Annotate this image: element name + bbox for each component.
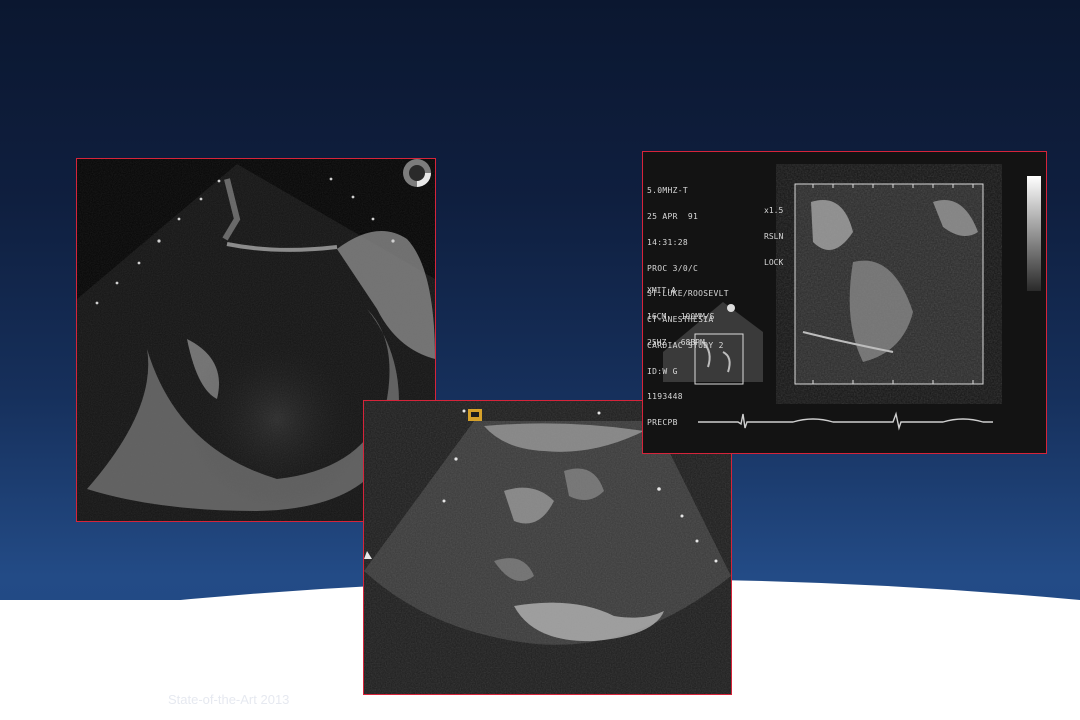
echo-image-right: 5.0MHZ-T 25 APR 91 14:31:28 PROC 3/0/C S… <box>642 151 1047 454</box>
screen-line: 1193448 <box>647 392 683 402</box>
screen-line: 5.0MHZ-T <box>647 186 688 196</box>
orientation-icon <box>403 159 431 187</box>
echo-logo-word: Echo <box>74 665 162 709</box>
crf-logo: CARDIOVASCULAR RESEARCH FOUNDATION® a pa… <box>952 654 1062 702</box>
mode-line: XMIT:A <box>647 286 676 296</box>
crf-name-line2: RESEARCH FOUNDATION® <box>959 686 1055 693</box>
mode-line: 25HZ 68BPM <box>647 337 705 347</box>
zoom-line: x1.5 <box>764 206 784 216</box>
conference-subtitle: State-of-the-Art 2013 <box>168 692 290 707</box>
screen-line: 25 APR 91 <box>647 211 699 221</box>
zoom-line: LOCK <box>764 257 784 267</box>
echo-mode-text: XMIT:A 16CM 100MM/S 25HZ 68BPM <box>647 270 714 365</box>
marker-icon <box>468 409 482 421</box>
conference-annual: 15th Annual <box>168 663 217 674</box>
crf-swirl-icon <box>987 655 1027 676</box>
screen-line: ID:W G <box>647 366 678 376</box>
crf-tagline: a passion for innovation <box>977 695 1037 701</box>
screen-line: 14:31:28 <box>647 237 688 247</box>
mode-line: 16CM 100MM/S <box>647 311 715 321</box>
crf-name-line1: CARDIOVASCULAR <box>973 678 1041 685</box>
conference-title: Echocardiography Conferen <box>168 675 357 691</box>
conference-info: 15th Annual Echocardiography Conferen St… <box>168 663 356 708</box>
zoom-line: RSLN <box>764 231 784 241</box>
echo-zoom-text: x1.5 RSLN LOCK <box>764 190 783 285</box>
echo-ring-icon <box>16 666 58 708</box>
screen-line: PRECPB <box>647 418 678 428</box>
